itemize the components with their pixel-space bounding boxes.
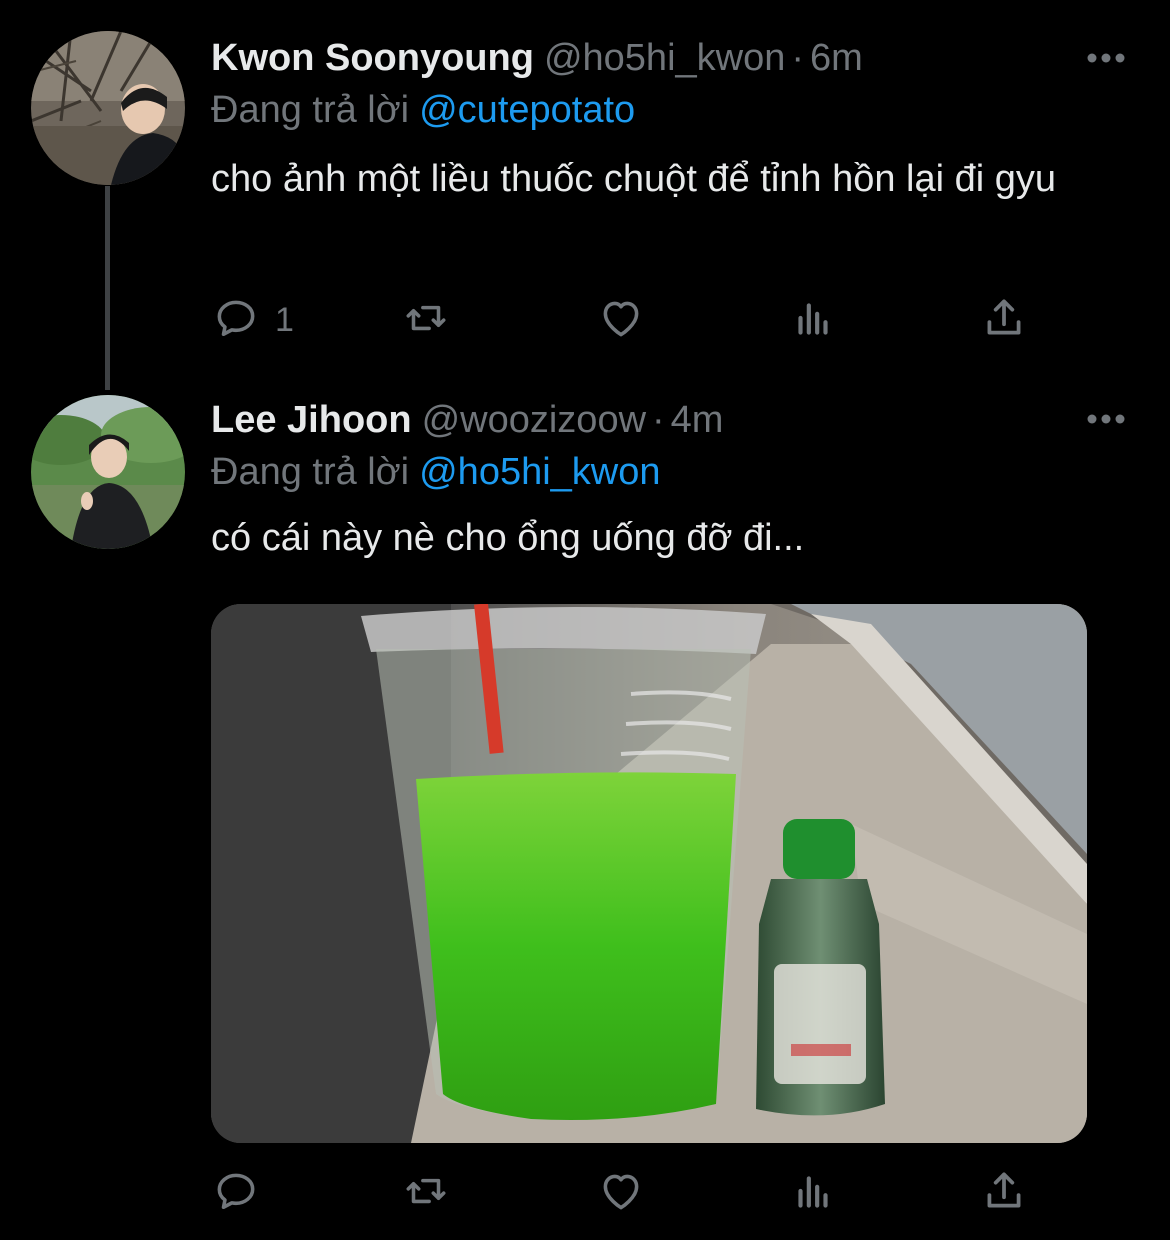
timestamp[interactable]: 6m <box>810 37 863 79</box>
replying-to-label: Đang trả lời <box>211 451 410 493</box>
share-button[interactable] <box>979 1163 1029 1223</box>
share-icon <box>979 1166 1029 1221</box>
views-button[interactable] <box>788 1163 838 1223</box>
views-icon <box>788 293 838 348</box>
retweet-icon <box>401 1166 451 1221</box>
tweet[interactable]: Kwon Soonyoung @ho5hi_kwon · 6m Đang trả lờ… <box>0 0 1170 395</box>
like-button[interactable] <box>596 290 646 350</box>
replying-to: Đang trả lời @ho5hi_kwon <box>211 447 661 497</box>
tweet-header: Lee Jihoon @woozizoow · 4m <box>211 395 723 445</box>
reply-count: 1 <box>275 300 294 339</box>
share-button[interactable] <box>979 290 1029 350</box>
tweet[interactable]: Lee Jihoon @woozizoow · 4m Đang trả lời @ho5… <box>0 395 1170 1240</box>
replying-to: Đang trả lời @cutepotato <box>211 85 635 135</box>
like-icon <box>596 1166 646 1221</box>
views-button[interactable] <box>788 290 838 350</box>
timestamp[interactable]: 4m <box>671 399 724 441</box>
reply-icon <box>211 293 261 348</box>
display-name[interactable]: Lee Jihoon <box>211 399 412 441</box>
share-icon <box>979 293 1029 348</box>
avatar[interactable] <box>31 395 185 549</box>
retweet-button[interactable] <box>401 1163 451 1223</box>
avatar[interactable] <box>31 31 185 185</box>
separator-dot: · <box>652 399 665 441</box>
like-icon <box>596 293 646 348</box>
more-icon[interactable] <box>1086 48 1126 68</box>
tweet-actions <box>211 1163 1071 1223</box>
tweet-text: có cái này nè cho ổng uống đỡ đi... <box>211 517 805 559</box>
user-handle[interactable]: @ho5hi_kwon <box>544 37 785 79</box>
tweet-photo[interactable] <box>211 604 1087 1143</box>
separator-dot: · <box>791 37 805 79</box>
retweet-button[interactable] <box>401 290 451 350</box>
tweet-header: Kwon Soonyoung @ho5hi_kwon · 6m <box>211 33 863 83</box>
thread-connector <box>105 186 110 390</box>
reply-mention-link[interactable]: @cutepotato <box>419 89 635 131</box>
replying-to-label: Đang trả lời <box>211 89 410 131</box>
reply-icon <box>211 1166 261 1221</box>
more-icon[interactable] <box>1086 409 1126 429</box>
user-handle[interactable]: @woozizoow <box>422 399 646 441</box>
reply-button[interactable] <box>211 1163 275 1223</box>
tweet-actions: 1 <box>211 290 1071 350</box>
reply-button[interactable]: 1 <box>211 290 294 350</box>
like-button[interactable] <box>596 1163 646 1223</box>
display-name[interactable]: Kwon Soonyoung <box>211 37 534 79</box>
retweet-icon <box>401 293 451 348</box>
reply-mention-link[interactable]: @ho5hi_kwon <box>419 451 660 493</box>
tweet-text: cho ảnh một liều thuốc chuột để tỉnh hồn… <box>211 158 1057 200</box>
views-icon <box>788 1166 838 1221</box>
